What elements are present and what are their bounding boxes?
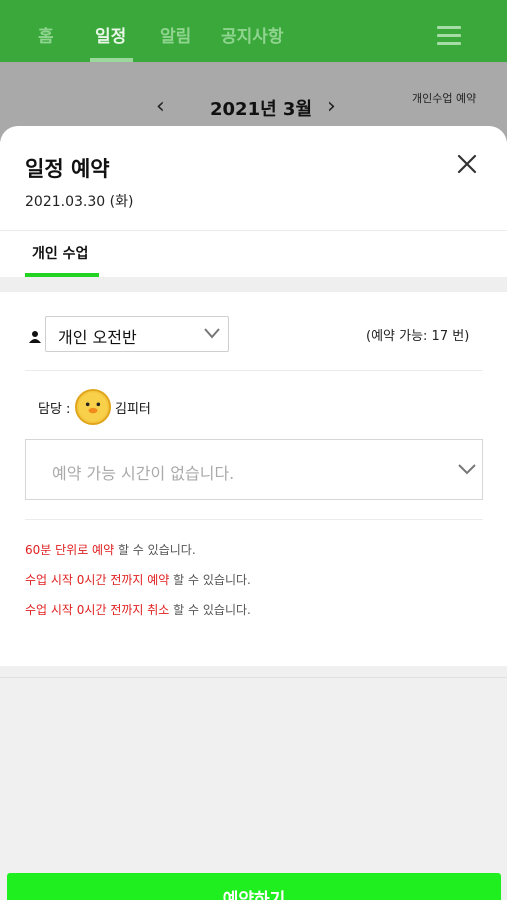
sheet-date: 2021.03.30 (화)	[25, 194, 134, 210]
availability-count: (예약 가능: 17 번)	[366, 329, 470, 344]
chevron-down-icon	[458, 464, 476, 475]
class-select[interactable]: 개인 오전반	[45, 316, 229, 352]
class-select-value: 개인 오전반	[58, 328, 137, 347]
divider	[0, 677, 507, 678]
instructor-name: 김피터	[115, 402, 151, 417]
nav-notices[interactable]: 공지사항	[221, 22, 284, 47]
note-item: 수업 시작 0시간 전까지 취소 할 수 있습니다.	[25, 603, 251, 617]
month-label: 2021년 3월	[210, 99, 313, 120]
submit-booking-button[interactable]: 예약하기	[7, 873, 501, 900]
divider	[0, 230, 507, 231]
instructor-avatar	[75, 389, 111, 425]
submit-booking-label: 예약하기	[222, 890, 286, 900]
divider	[25, 519, 483, 520]
sheet-title: 일정 예약	[25, 157, 110, 181]
hamburger-icon[interactable]	[437, 26, 461, 46]
person-icon	[29, 331, 41, 343]
close-icon[interactable]	[455, 152, 479, 176]
note-item: 60분 단위로 예약 할 수 있습니다.	[25, 543, 196, 557]
section-separator	[0, 277, 507, 292]
tab-private-class[interactable]: 개인 수업	[32, 243, 88, 263]
nav-schedule[interactable]: 일정	[95, 22, 126, 47]
chevron-left-icon[interactable]: ‹	[156, 94, 165, 119]
nav-home[interactable]: 홈	[38, 22, 54, 47]
chevron-right-icon[interactable]: ›	[327, 94, 336, 119]
time-select-placeholder: 예약 가능 시간이 없습니다.	[52, 464, 235, 483]
instructor-label: 담당 :	[38, 402, 71, 417]
divider	[25, 370, 483, 371]
top-nav: 홈 일정 알림 공지사항	[0, 0, 507, 62]
chevron-down-icon	[204, 328, 220, 339]
nav-alerts[interactable]: 알림	[160, 22, 191, 47]
note-item: 수업 시작 0시간 전까지 예약 할 수 있습니다.	[25, 573, 251, 587]
private-class-link[interactable]: 개인수업 예약	[412, 90, 476, 106]
time-select[interactable]: 예약 가능 시간이 없습니다.	[25, 439, 483, 500]
